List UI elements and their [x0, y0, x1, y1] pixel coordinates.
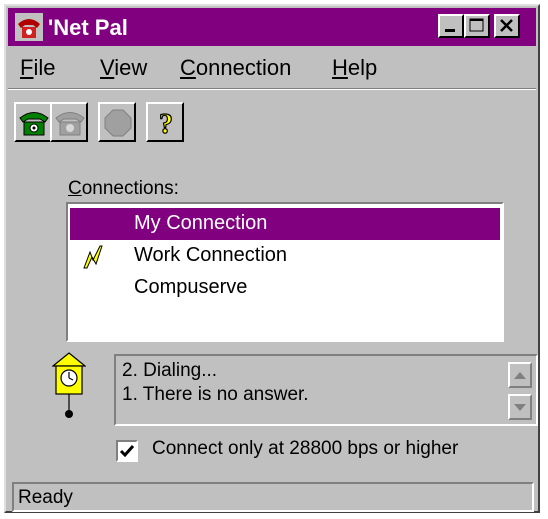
menu-help-mnemonic: H	[332, 55, 348, 80]
svg-text:?: ?	[159, 109, 173, 139]
status-bar: Ready	[12, 482, 534, 512]
help-button[interactable]: ?	[146, 102, 184, 142]
netpal-window: 'Net Pal File View Connection Help ? Con…	[4, 4, 540, 513]
scroll-down-button[interactable]	[508, 394, 532, 420]
title-bar[interactable]: 'Net Pal	[8, 8, 536, 46]
menu-file-label: ile	[33, 55, 56, 80]
status-bar-text: Ready	[18, 487, 73, 508]
app-phone-icon[interactable]	[14, 12, 44, 42]
connections-label-text: onnections:	[81, 178, 179, 199]
menu-help-label: elp	[347, 55, 378, 80]
window-title: 'Net Pal	[48, 15, 128, 40]
menu-view[interactable]: View	[100, 55, 147, 81]
minimize-button[interactable]	[438, 14, 464, 38]
menu-connection-mnemonic: C	[180, 55, 196, 80]
maximize-icon	[469, 18, 484, 32]
cuckoo-clock-icon	[52, 352, 86, 418]
connections-label: Connections:	[68, 178, 179, 200]
phone-dial-icon	[19, 112, 49, 136]
close-button[interactable]	[494, 14, 520, 38]
menu-connection[interactable]: Connection	[180, 55, 291, 81]
arrow-up-icon	[514, 372, 526, 379]
menu-help[interactable]: Help	[332, 55, 377, 81]
maximize-button[interactable]	[464, 14, 490, 38]
help-question-icon: ?	[158, 108, 173, 139]
connections-listbox[interactable]: My Connection Work Connection Compuserve	[66, 202, 504, 342]
status-line: 2. Dialing...	[122, 360, 218, 381]
menu-file-mnemonic: F	[20, 55, 34, 80]
menu-view-mnemonic: V	[100, 55, 115, 80]
menu-view-label: iew	[114, 55, 148, 80]
list-item-work-connection[interactable]: Work Connection	[70, 240, 500, 272]
list-item-label: Work Connection	[134, 244, 288, 266]
list-item-compuserve[interactable]: Compuserve	[70, 272, 500, 304]
arrow-down-icon	[514, 404, 526, 411]
checkmark-icon	[119, 445, 135, 458]
list-item-my-connection[interactable]: My Connection	[70, 208, 500, 240]
list-item-label: Compuserve	[134, 276, 248, 298]
phone-hangup-icon	[55, 112, 85, 136]
scroll-up-button[interactable]	[508, 362, 532, 388]
hangup-button[interactable]	[50, 102, 88, 142]
status-line: 1. There is no answer.	[122, 384, 309, 405]
menu-file[interactable]: File	[20, 55, 55, 81]
connect-only-checkbox[interactable]	[116, 440, 138, 462]
close-icon	[500, 19, 513, 32]
minimize-icon	[445, 29, 455, 32]
lightning-icon	[83, 245, 103, 269]
list-item-label: My Connection	[134, 212, 268, 234]
connect-only-label[interactable]: Connect only at 28800 bps or higher	[152, 438, 458, 460]
status-log: 2. Dialing... 1. There is no answer.	[114, 354, 538, 426]
menu-bar: File View Connection Help	[8, 50, 536, 84]
stop-button[interactable]	[98, 102, 136, 142]
stop-icon	[104, 109, 132, 137]
menu-separator	[8, 88, 536, 90]
menu-connection-label: onnection	[195, 55, 292, 80]
dial-button[interactable]	[14, 102, 52, 142]
connections-label-mnemonic: C	[68, 178, 82, 199]
